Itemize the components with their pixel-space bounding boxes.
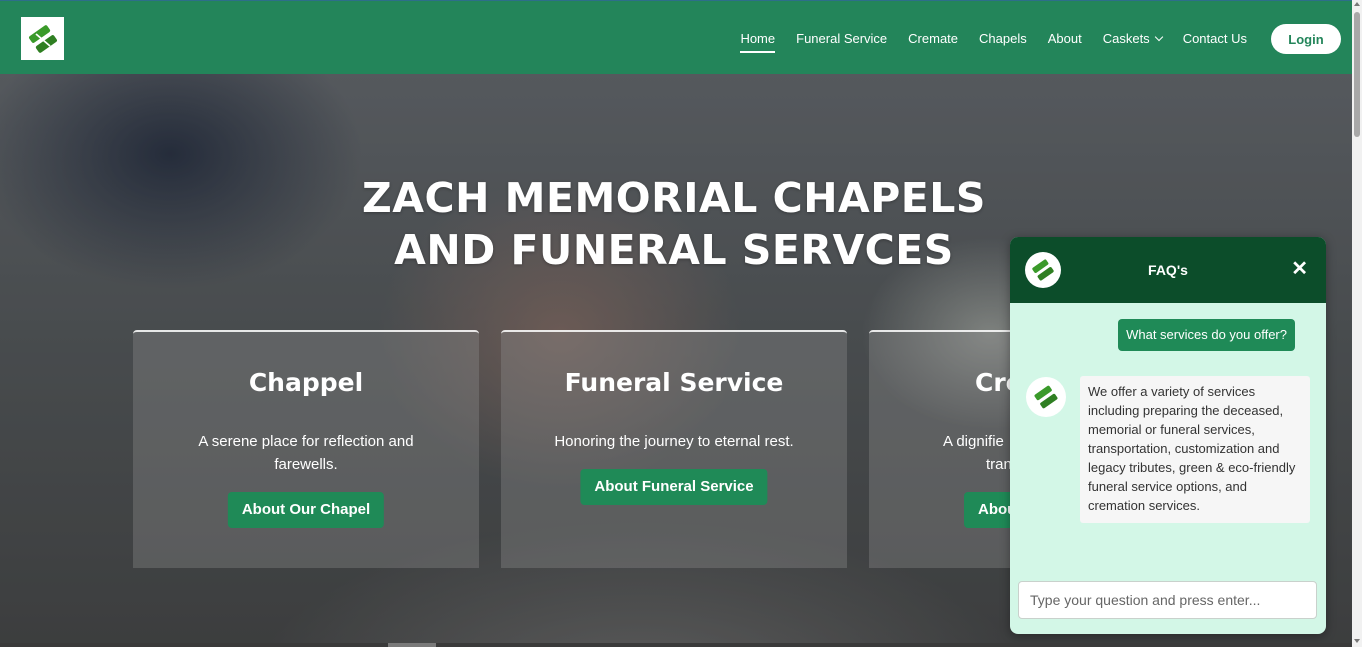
card-funeral-service: Funeral Service Honoring the journey to … [501,330,847,568]
card-description: Honoring the journey to eternal rest. [554,433,794,450]
user-message: What services do you offer? [1118,319,1295,351]
scroll-down-arrow-icon[interactable] [1354,639,1360,643]
scroll-up-arrow-icon[interactable] [1354,2,1360,6]
login-button[interactable]: Login [1271,24,1341,54]
card-title: Chappel [248,368,364,397]
logo-icon [28,24,57,53]
chat-header: FAQ's ✕ [1010,237,1326,303]
nav-funeral-service[interactable]: Funeral Service [796,25,887,52]
nav-caskets-dropdown[interactable]: Caskets [1103,25,1163,52]
logo-icon [1034,385,1058,409]
vertical-scrollbar[interactable] [1352,0,1362,647]
scrollbar-thumb[interactable] [1354,12,1360,137]
about-our-chapel-button[interactable]: About Our Chapel [227,492,385,528]
horizontal-scrollbar-thumb[interactable] [388,643,436,647]
chevron-down-icon [1154,32,1163,41]
about-funeral-service-button[interactable]: About Funeral Service [580,469,768,505]
bot-message: We offer a variety of services including… [1080,376,1310,523]
main-nav: Home Funeral Service Cremate Chapels Abo… [719,1,1247,75]
site-logo[interactable] [21,17,64,60]
nav-about[interactable]: About [1048,25,1082,52]
bot-avatar [1026,377,1066,417]
card-description: A serene place for reflection and farewe… [198,433,414,473]
nav-cremate[interactable]: Cremate [908,25,958,52]
chat-title: FAQ's [1148,262,1188,278]
horizontal-scrollbar[interactable] [0,643,1352,647]
top-navbar: Home Funeral Service Cremate Chapels Abo… [0,0,1352,74]
hero-title-line-1: ZACH MEMORIAL CHAPELS [362,174,986,222]
chat-question-input[interactable] [1018,581,1317,619]
faq-chat-widget: FAQ's ✕ What services do you offer? We o… [1010,237,1326,634]
nav-chapels[interactable]: Chapels [979,25,1027,52]
card-title: Funeral Service [564,368,784,397]
nav-home[interactable]: Home [740,25,775,53]
card-chappel: Chappel A serene place for reflection an… [133,330,479,568]
nav-contact-us[interactable]: Contact Us [1183,25,1247,52]
close-icon[interactable]: ✕ [1291,259,1308,279]
